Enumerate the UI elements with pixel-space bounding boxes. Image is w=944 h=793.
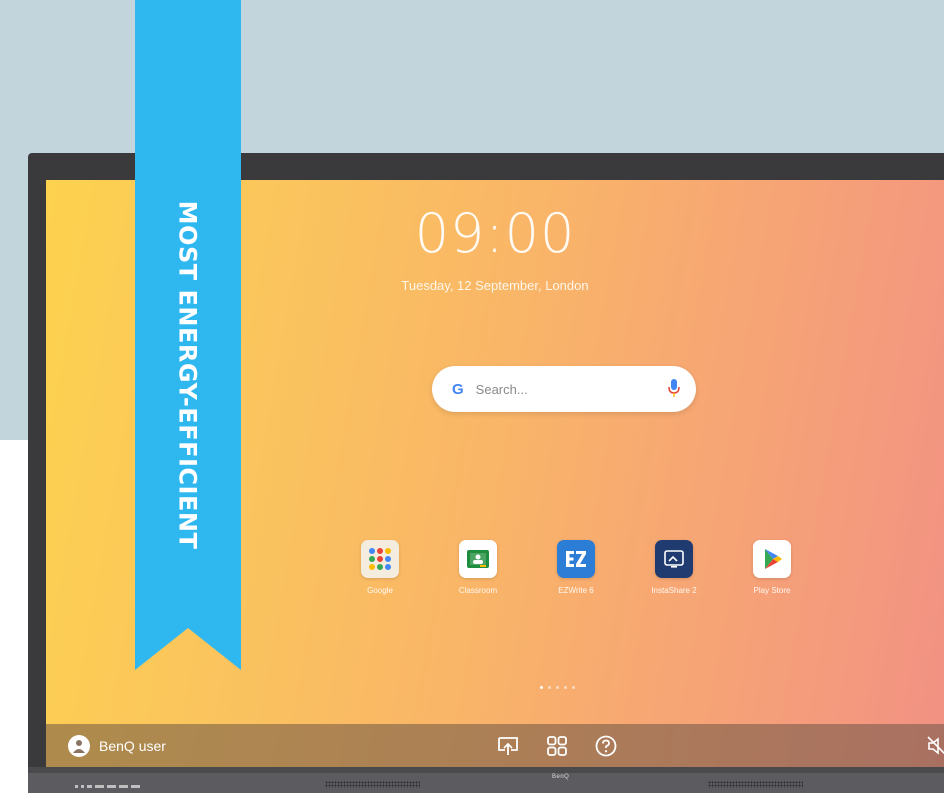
google-logo-icon: G: [452, 380, 464, 398]
app-label: Classroom: [458, 586, 498, 595]
port-indicator: [75, 784, 78, 788]
user-account[interactable]: BenQ user: [68, 735, 166, 757]
speaker-grille-left: [325, 781, 420, 788]
page-dot[interactable]: [556, 686, 559, 689]
app-label: Google: [367, 586, 393, 595]
usb-port: [107, 784, 116, 788]
apps-grid-icon[interactable]: [545, 734, 569, 758]
app-shortcuts: Google Classroom EZWrite 6 InstaShare 2 …: [331, 540, 821, 610]
app-label: InstaShare 2: [651, 586, 697, 595]
front-panel-strip: [28, 773, 944, 793]
page-dot[interactable]: [564, 686, 567, 689]
hdmi-port: [131, 784, 140, 788]
page-dot-active[interactable]: [540, 686, 543, 689]
usb-port: [95, 784, 104, 788]
mute-icon[interactable]: [926, 735, 944, 757]
speaker-grille-right: [708, 781, 803, 788]
screen-share-icon[interactable]: [496, 734, 520, 758]
ezwrite-icon: [557, 540, 595, 578]
ribbon-label-wrapper: MOST ENERGY-EFFICIENT: [137, 155, 237, 595]
app-classroom[interactable]: Classroom: [429, 540, 527, 610]
ribbon-label: MOST ENERGY-EFFICIENT: [173, 200, 201, 550]
taskbar: BenQ user: [46, 724, 944, 767]
page-dot[interactable]: [548, 686, 551, 689]
app-play-store[interactable]: Play Store: [723, 540, 821, 610]
front-ports: [75, 782, 155, 790]
user-name: BenQ user: [99, 738, 166, 754]
play-store-icon: [753, 540, 791, 578]
page-indicator: [540, 686, 575, 689]
taskbar-actions: [496, 734, 618, 758]
help-icon[interactable]: [594, 734, 618, 758]
app-google[interactable]: Google: [331, 540, 429, 610]
instashare-icon: [655, 540, 693, 578]
usb-port: [119, 784, 128, 788]
search-placeholder[interactable]: Search...: [476, 382, 668, 397]
port-indicator: [87, 784, 92, 788]
page-dot[interactable]: [572, 686, 575, 689]
search-bar[interactable]: G Search...: [432, 366, 696, 412]
app-instashare[interactable]: InstaShare 2: [625, 540, 723, 610]
user-avatar-icon: [68, 735, 90, 757]
port-indicator: [81, 784, 84, 788]
classroom-icon: [459, 540, 497, 578]
google-apps-folder-icon: [361, 540, 399, 578]
app-label: Play Store: [753, 586, 791, 595]
app-label: EZWrite 6: [558, 586, 594, 595]
brand-logo: BenQ: [552, 774, 570, 780]
microphone-icon[interactable]: [668, 379, 680, 399]
app-ezwrite[interactable]: EZWrite 6: [527, 540, 625, 610]
